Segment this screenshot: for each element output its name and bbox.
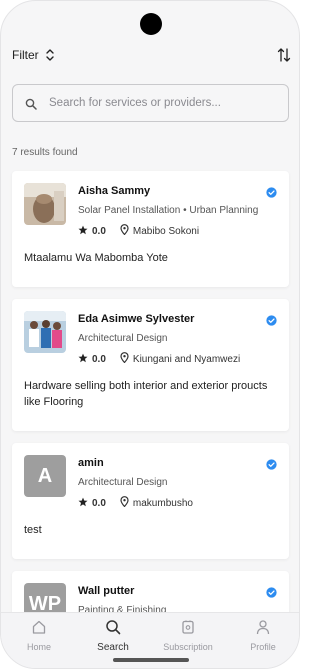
provider-name: Aisha Sammy bbox=[78, 185, 151, 197]
home-icon bbox=[31, 620, 47, 639]
provider-location: makumbusho bbox=[132, 497, 193, 509]
profile-icon bbox=[255, 620, 271, 639]
provider-category: Architectural Design bbox=[78, 477, 168, 488]
camera-notch bbox=[140, 13, 162, 35]
nav-label: Search bbox=[97, 642, 129, 653]
provider-card[interactable]: Aisha Sammy Solar Panel Installation • U… bbox=[12, 171, 289, 287]
search-icon bbox=[25, 97, 37, 115]
provider-description: Hardware selling both interior and exter… bbox=[24, 380, 268, 408]
location-pin-icon bbox=[120, 496, 129, 510]
provider-avatar-initials: A bbox=[24, 455, 66, 497]
provider-location: Mabibo Sokoni bbox=[132, 225, 200, 237]
nav-label: Subscription bbox=[163, 642, 213, 652]
provider-description: Mtaalamu Wa Mabomba Yote bbox=[24, 252, 168, 264]
chevron-up-down-icon[interactable] bbox=[45, 48, 55, 67]
nav-search[interactable]: Search bbox=[83, 619, 143, 653]
subscription-icon bbox=[180, 620, 196, 639]
verified-badge-icon bbox=[266, 185, 277, 203]
nav-label: Profile bbox=[250, 642, 276, 652]
search-input[interactable] bbox=[49, 85, 279, 121]
provider-location: Kiungani and Nyamwezi bbox=[132, 353, 241, 365]
provider-meta: 0.0 Mabibo Sokoni bbox=[78, 224, 199, 238]
provider-rating: 0.0 bbox=[92, 497, 106, 509]
provider-avatar-photo bbox=[24, 183, 66, 225]
provider-name: amin bbox=[78, 457, 104, 469]
nav-profile[interactable]: Profile bbox=[233, 619, 293, 652]
verified-badge-icon bbox=[266, 457, 277, 475]
provider-card[interactable]: A amin Architectural Design 0.0 makumbus… bbox=[12, 443, 289, 559]
provider-category: Architectural Design bbox=[78, 333, 168, 344]
nav-subscription[interactable]: Subscription bbox=[158, 619, 218, 652]
star-icon bbox=[78, 497, 88, 510]
provider-rating: 0.0 bbox=[92, 353, 106, 365]
location-pin-icon bbox=[120, 352, 129, 366]
provider-rating: 0.0 bbox=[92, 225, 106, 237]
provider-meta: 0.0 Kiungani and Nyamwezi bbox=[78, 352, 240, 366]
provider-meta: 0.0 makumbusho bbox=[78, 496, 193, 510]
search-icon bbox=[105, 620, 121, 639]
provider-avatar-photo bbox=[24, 311, 66, 353]
top-bar: Filter bbox=[1, 45, 299, 68]
nav-label: Home bbox=[26, 642, 51, 652]
provider-card[interactable]: Eda Asimwe Sylvester Architectural Desig… bbox=[12, 299, 289, 431]
phone-screen: Filter 7 results found bbox=[0, 0, 300, 669]
sort-arrows-icon[interactable] bbox=[277, 47, 291, 68]
star-icon bbox=[78, 225, 88, 238]
provider-category: Solar Panel Installation • Urban Plannin… bbox=[78, 205, 259, 216]
provider-name: Wall putter bbox=[78, 585, 135, 597]
verified-badge-icon bbox=[266, 313, 277, 331]
provider-name: Eda Asimwe Sylvester bbox=[78, 313, 195, 325]
provider-description: test bbox=[24, 524, 42, 536]
search-bar[interactable] bbox=[12, 84, 289, 122]
location-pin-icon bbox=[120, 224, 129, 238]
nav-home[interactable]: Home bbox=[9, 619, 69, 652]
star-icon bbox=[78, 353, 88, 366]
filter-button[interactable]: Filter bbox=[12, 48, 39, 62]
home-indicator bbox=[113, 658, 189, 662]
verified-badge-icon bbox=[266, 585, 277, 603]
results-count: 7 results found bbox=[12, 147, 78, 158]
